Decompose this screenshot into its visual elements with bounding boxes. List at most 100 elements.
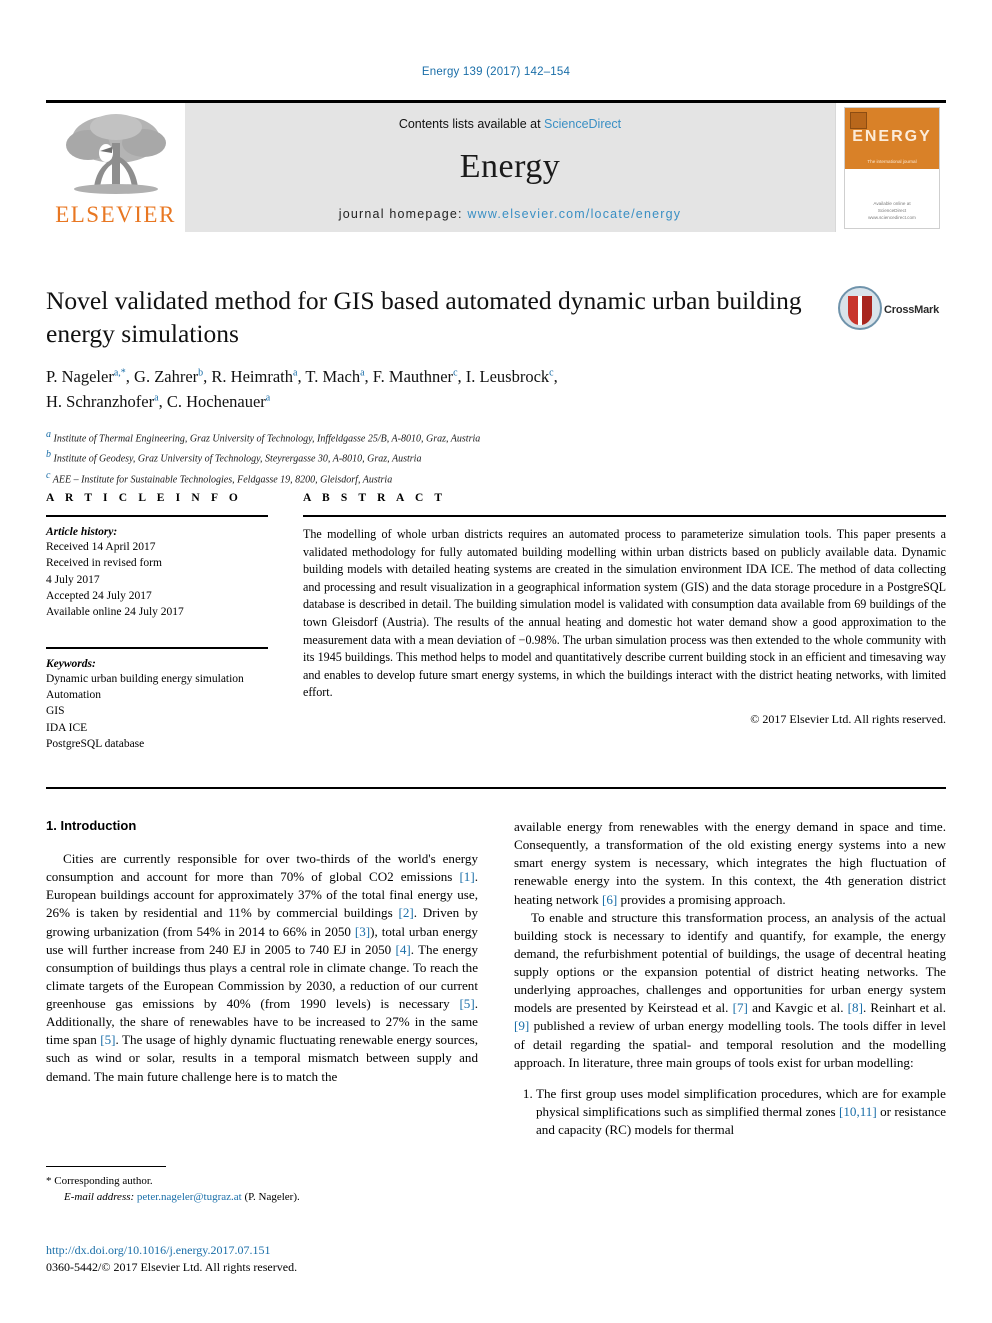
author-affil-mark[interactable]: a (154, 393, 158, 404)
sciencedirect-link[interactable]: ScienceDirect (544, 117, 621, 131)
author-affil-mark[interactable]: c (453, 368, 457, 379)
history-item: Accepted 24 July 2017 (46, 589, 152, 602)
cover-card: ENERGY The international journal Availab… (844, 107, 940, 229)
history-item: 4 July 2017 (46, 573, 100, 586)
citation-ref[interactable]: [3] (355, 924, 370, 939)
affiliation-mark: a (46, 428, 51, 440)
author-name: T. Mach (305, 367, 361, 387)
cover-footer: Available online at ScienceDirect www.sc… (845, 201, 939, 222)
citation-ref[interactable]: [4] (395, 942, 410, 957)
history-item: Received in revised form (46, 557, 162, 570)
article-history-label: Article history: (46, 526, 118, 538)
journal-cover-thumbnail: ENERGY The international journal Availab… (835, 103, 946, 232)
body-column-right: available energy from renewables with th… (514, 818, 946, 1143)
abstract-text: The modelling of whole urban districts r… (303, 527, 946, 700)
email-link[interactable]: peter.nageler@tugraz.at (137, 1191, 242, 1203)
affiliation-list: a Institute of Thermal Engineering, Graz… (46, 427, 836, 489)
citation-ref[interactable]: [2] (398, 905, 413, 920)
elsevier-wordmark: ELSEVIER (55, 202, 176, 227)
keyword-item: PostgreSQL database (46, 737, 145, 750)
footnote-block: * Corresponding author. E-mail address: … (46, 1166, 478, 1206)
tool-groups-list: The first group uses model simplificatio… (514, 1085, 946, 1139)
list-item: The first group uses model simplificatio… (536, 1085, 946, 1139)
text-run: . Reinhart et al. (862, 1000, 947, 1016)
journal-banner: ELSEVIER Contents lists available at Sci… (46, 100, 946, 232)
history-item: Available online 24 July 2017 (46, 606, 184, 619)
keyword-item: Dynamic urban building energy simulation (46, 672, 244, 685)
affiliation-item: b Institute of Geodesy, Graz University … (46, 447, 836, 468)
section-divider (46, 787, 946, 789)
citation-ref[interactable]: [10,11] (839, 1104, 877, 1119)
journal-homepage-line: journal homepage: www.elsevier.com/locat… (185, 207, 835, 221)
crossmark-icon (838, 286, 882, 330)
author-affil-mark[interactable]: a,* (114, 368, 126, 379)
author-name: F. Mauthner (372, 367, 454, 387)
corresponding-author-label: Corresponding author. (51, 1175, 153, 1187)
affiliation-mark: c (46, 469, 51, 481)
email-note: E-mail address: peter.nageler@tugraz.at … (46, 1190, 478, 1206)
citation-ref[interactable]: [8] (848, 1000, 863, 1015)
author-name: P. Nageler (46, 367, 114, 387)
info-abstract-section: A R T I C L E I N F O Article history: R… (46, 492, 946, 752)
citation-ref[interactable]: [5] (459, 996, 474, 1011)
body-column-left: 1. Introduction Cities are currently res… (46, 818, 478, 1143)
citation-ref[interactable]: [5] (100, 1032, 115, 1047)
doi-link[interactable]: http://dx.doi.org/10.1016/j.energy.2017.… (46, 1243, 546, 1258)
paper-title: Novel validated method for GIS based aut… (46, 286, 802, 348)
contents-available-line: Contents lists available at ScienceDirec… (185, 117, 835, 131)
title-block: Novel validated method for GIS based aut… (46, 285, 836, 488)
cover-tagline: The international journal (867, 159, 917, 164)
keywords-label: Keywords: (46, 657, 96, 670)
crossmark-badge[interactable]: CrossMark (838, 286, 942, 332)
author-name: R. Heimrath (211, 367, 293, 387)
affiliation-text: AEE – Institute for Sustainable Technolo… (52, 474, 393, 486)
homepage-url-link[interactable]: www.elsevier.com/locate/energy (467, 207, 681, 221)
running-head: Energy 139 (2017) 142–154 (421, 66, 571, 78)
abstract-column: A B S T R A C T The modelling of whole u… (303, 492, 946, 752)
keyword-item: Automation (46, 688, 101, 701)
citation-ref[interactable]: [1] (459, 869, 474, 884)
author-affil-mark[interactable]: b (198, 368, 203, 379)
affiliation-text: Institute of Thermal Engineering, Graz U… (53, 433, 481, 445)
divider (303, 515, 946, 517)
text-run: Cities are currently responsible for ove… (46, 851, 478, 885)
text-run: provides a promising approach. (617, 891, 786, 907)
abstract-copyright: © 2017 Elsevier Ltd. All rights reserved… (750, 711, 946, 726)
issn-copyright-line: 0360-5442/© 2017 Elsevier Ltd. All right… (46, 1260, 298, 1274)
text-run: published a review of urban energy model… (514, 1018, 946, 1070)
footnote-divider (46, 1166, 166, 1167)
citation-ref[interactable]: [7] (733, 1000, 748, 1015)
corresponding-author-note: * Corresponding author. (46, 1174, 478, 1190)
citation-ref[interactable]: [9] (514, 1018, 529, 1033)
journal-title: Energy (459, 148, 561, 185)
email-suffix: (P. Nageler). (241, 1190, 300, 1203)
citation-ref[interactable]: [6] (602, 892, 617, 907)
author-affil-mark[interactable]: c (549, 368, 553, 379)
keyword-item: GIS (46, 705, 65, 718)
text-run: and Kavgic et al. (747, 1000, 848, 1016)
cover-publisher-icon (850, 112, 867, 129)
author-affil-mark[interactable]: a (360, 368, 364, 379)
doi-block: http://dx.doi.org/10.1016/j.energy.2017.… (46, 1243, 546, 1275)
paragraph: To enable and structure this transformat… (514, 909, 946, 1072)
paper-page: Energy 139 (2017) 142–154 ELSEVIER Conte… (0, 0, 992, 1323)
crossmark-label: CrossMark (884, 304, 940, 316)
abstract-heading: A B S T R A C T (303, 492, 447, 504)
cover-top-band: ENERGY The international journal (845, 108, 939, 169)
author-name: C. Hochenauer (166, 392, 266, 411)
author-name: I. Leusbrock (465, 367, 550, 387)
author-list: P. Nagelera,*, G. Zahrerb, R. Heimratha,… (46, 367, 558, 411)
affiliation-item: c AEE – Institute for Sustainable Techno… (46, 468, 836, 489)
email-label: E-mail address: (64, 1190, 137, 1203)
author-affil-mark[interactable]: a (293, 368, 297, 379)
cover-footer-line1: Available online at (873, 201, 911, 207)
author-name: H. Schranzhofer (46, 392, 155, 411)
cover-title: ENERGY (852, 128, 932, 145)
keyword-item: IDA ICE (46, 721, 88, 734)
elsevier-logo: ELSEVIER (46, 103, 185, 232)
divider (46, 646, 268, 649)
author-affil-mark[interactable]: a (266, 393, 270, 404)
paragraph: available energy from renewables with th… (514, 818, 946, 909)
elsevier-tree-icon (54, 109, 176, 201)
